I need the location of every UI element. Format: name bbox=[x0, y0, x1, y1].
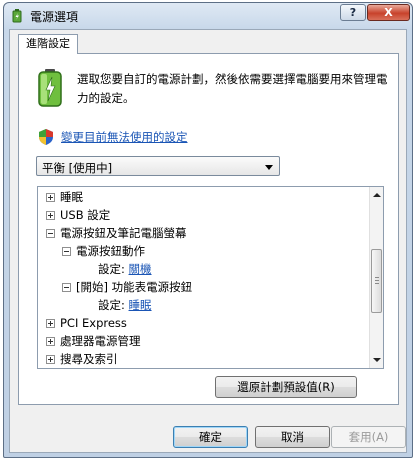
setting-label: 設定: bbox=[98, 262, 125, 276]
ok-button[interactable]: 確定 bbox=[173, 426, 248, 448]
cancel-button[interactable]: 取消 bbox=[255, 426, 330, 448]
apply-button[interactable]: 套用(A) bbox=[331, 426, 406, 448]
dialog-client-area: 進階設定 選取您要自訂的電源計劃，然後依需要選擇電腦要用來管理電力的設定。 變更… bbox=[9, 29, 407, 453]
tree-item-label: PCI Express bbox=[60, 316, 127, 330]
tab-panel: 選取您要自訂的電源計劃，然後依需要選擇電腦要用來管理電力的設定。 變更目前無法使… bbox=[18, 53, 399, 405]
tree-item-label: 處理器電源管理 bbox=[60, 334, 141, 348]
power-plan-selected: 平衡 [使用中] bbox=[42, 161, 113, 175]
tree-item-label: USB 設定 bbox=[60, 208, 111, 222]
collapse-icon[interactable] bbox=[62, 283, 71, 292]
scroll-down-icon[interactable] bbox=[373, 358, 381, 362]
setting-value-link[interactable]: 關機 bbox=[129, 262, 152, 276]
dropdown-arrow-icon bbox=[265, 165, 273, 170]
grip-line bbox=[375, 280, 379, 281]
setting-label: 設定: bbox=[98, 298, 125, 312]
power-plan-dropdown[interactable]: 平衡 [使用中] bbox=[36, 156, 280, 176]
tab-advanced-settings[interactable]: 進階設定 bbox=[18, 34, 78, 54]
tree-item-label: [開始] 功能表電源按鈕 bbox=[76, 280, 193, 294]
window-title: 電源選項 bbox=[30, 10, 79, 24]
expand-icon[interactable] bbox=[46, 355, 55, 364]
tree-item-label: 電源按鈕及筆記電腦螢幕 bbox=[60, 226, 187, 240]
tree-item-label: 睡眠 bbox=[60, 190, 83, 204]
tree-item-setting: 設定: 關機 bbox=[98, 260, 152, 278]
expand-icon[interactable] bbox=[46, 193, 55, 202]
scroll-up-icon[interactable] bbox=[373, 193, 381, 197]
setting-value-link[interactable]: 睡眠 bbox=[129, 298, 152, 312]
tree-item-label: 顯示 bbox=[60, 368, 83, 369]
uac-shield-icon bbox=[39, 129, 53, 145]
tree-item-label: 電源按鈕動作 bbox=[76, 244, 145, 258]
power-options-icon bbox=[12, 9, 22, 23]
expand-icon[interactable] bbox=[46, 319, 55, 328]
title-bar[interactable]: 電源選項 ? X bbox=[4, 3, 412, 29]
scrollbar-thumb[interactable] bbox=[371, 249, 382, 313]
plan-description: 選取您要自訂的電源計劃，然後依需要選擇電腦要用來管理電力的設定。 bbox=[77, 72, 388, 105]
collapse-icon[interactable] bbox=[46, 229, 55, 238]
restore-plan-defaults-button[interactable]: 還原計劃預設值(R) bbox=[215, 376, 357, 398]
collapse-icon[interactable] bbox=[62, 247, 71, 256]
help-button[interactable]: ? bbox=[340, 4, 366, 21]
tree-item-label: 搜尋及索引 bbox=[60, 352, 118, 366]
change-unavailable-settings-link[interactable]: 變更目前無法使用的設定 bbox=[61, 129, 188, 145]
close-button[interactable]: X bbox=[367, 4, 410, 21]
expand-icon[interactable] bbox=[46, 211, 55, 220]
battery-icon bbox=[38, 69, 62, 107]
power-options-window: 電源選項 ? X 進階設定 選取您要自訂的電源計劃，然後依需要選擇電腦要用來管理… bbox=[3, 2, 413, 458]
expand-icon[interactable] bbox=[46, 337, 55, 346]
grip-line bbox=[375, 277, 379, 278]
grip-line bbox=[375, 283, 379, 284]
settings-tree[interactable]: 睡眠 USB 設定 電源按鈕及筆記電腦螢幕 電源按鈕動作 設定: 關機 [開始]… bbox=[37, 186, 384, 369]
tree-scrollbar[interactable] bbox=[369, 187, 383, 368]
tree-item-setting: 設定: 睡眠 bbox=[98, 296, 152, 314]
